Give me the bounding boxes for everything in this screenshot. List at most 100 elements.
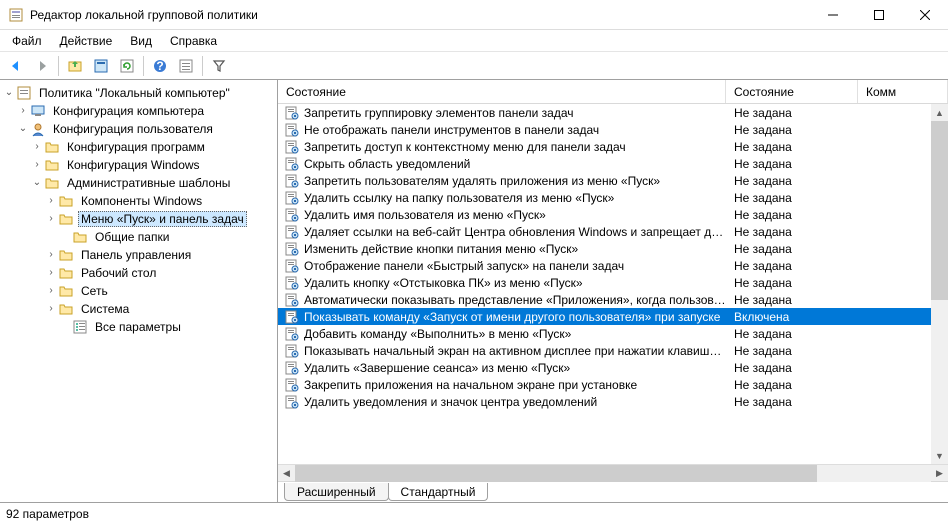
tree-pane[interactable]: ⌄ Политика "Локальный компьютер" › Конфи… <box>0 80 278 502</box>
user-icon <box>30 121 46 137</box>
help-button[interactable]: ? <box>148 54 172 78</box>
tree-win-components[interactable]: › Компоненты Windows <box>2 192 275 210</box>
tree-all-params[interactable]: · Все параметры <box>2 318 275 336</box>
list-cell-state: Не задана <box>726 395 858 409</box>
menu-help[interactable]: Справка <box>162 32 225 50</box>
filter-button[interactable] <box>207 54 231 78</box>
folder-icon <box>58 265 74 281</box>
tree-root[interactable]: ⌄ Политика "Локальный компьютер" <box>2 84 275 102</box>
properties-button[interactable] <box>89 54 113 78</box>
list-cell-state: Не задана <box>726 191 858 205</box>
tree-label: Административные шаблоны <box>64 175 233 191</box>
expand-icon[interactable]: › <box>44 304 58 314</box>
list-cell-name: Автоматически показывать представление «… <box>304 293 726 307</box>
list-row[interactable]: Удалить уведомления и значок центра увед… <box>278 393 948 410</box>
tab-extended[interactable]: Расширенный <box>284 483 389 501</box>
policy-item-icon <box>284 207 300 223</box>
folder-icon <box>44 139 60 155</box>
menu-file[interactable]: Файл <box>4 32 50 50</box>
tab-standard[interactable]: Стандартный <box>388 483 489 501</box>
list-row[interactable]: Скрыть область уведомленийНе задана <box>278 155 948 172</box>
column-header-state-l[interactable]: Состояние <box>278 80 726 103</box>
column-header-state-r[interactable]: Состояние <box>726 80 858 103</box>
collapse-icon[interactable]: ⌄ <box>30 178 44 188</box>
list-row[interactable]: Закрепить приложения на начальном экране… <box>278 376 948 393</box>
tree-prog-cfg[interactable]: › Конфигурация программ <box>2 138 275 156</box>
vertical-scrollbar[interactable]: ▲ ▼ <box>931 104 948 464</box>
expand-icon[interactable]: › <box>44 286 58 296</box>
expand-icon[interactable]: › <box>44 214 58 224</box>
scroll-down-icon[interactable]: ▼ <box>931 447 948 464</box>
refresh-button[interactable] <box>115 54 139 78</box>
list-body[interactable]: Запретить группировку элементов панели з… <box>278 104 948 464</box>
list-cell-name: Запретить пользователям удалять приложен… <box>304 174 726 188</box>
list-row[interactable]: Отображение панели «Быстрый запуск» на п… <box>278 257 948 274</box>
policy-item-icon <box>284 258 300 274</box>
collapse-icon[interactable]: ⌄ <box>2 88 16 98</box>
scroll-thumb[interactable] <box>295 465 817 482</box>
list-row[interactable]: Удалить кнопку «Отстыковка ПК» из меню «… <box>278 274 948 291</box>
list-row[interactable]: Показывать команду «Запуск от имени друг… <box>278 308 948 325</box>
options-button[interactable] <box>174 54 198 78</box>
list-row[interactable]: Показывать начальный экран на активном д… <box>278 342 948 359</box>
scroll-left-icon[interactable]: ◀ <box>278 465 295 482</box>
tree-win-cfg[interactable]: › Конфигурация Windows <box>2 156 275 174</box>
list-row[interactable]: Запретить группировку элементов панели з… <box>278 104 948 121</box>
expand-icon[interactable]: › <box>44 250 58 260</box>
expand-icon[interactable]: › <box>30 142 44 152</box>
policy-item-icon <box>284 292 300 308</box>
scroll-up-icon[interactable]: ▲ <box>931 104 948 121</box>
list-cell-name: Удалить имя пользователя из меню «Пуск» <box>304 208 726 222</box>
expand-icon[interactable]: › <box>44 196 58 206</box>
minimize-button[interactable] <box>810 0 856 30</box>
list-row[interactable]: Удалить ссылку на папку пользователя из … <box>278 189 948 206</box>
up-button[interactable] <box>63 54 87 78</box>
tree-control-panel[interactable]: › Панель управления <box>2 246 275 264</box>
list-row[interactable]: Автоматически показывать представление «… <box>278 291 948 308</box>
settings-list-icon <box>72 319 88 335</box>
expand-icon[interactable]: › <box>44 268 58 278</box>
list-row[interactable]: Запретить доступ к контекстному меню для… <box>278 138 948 155</box>
tree-system[interactable]: › Система <box>2 300 275 318</box>
scroll-thumb[interactable] <box>931 121 948 300</box>
status-text: 92 параметров <box>6 507 89 521</box>
expand-icon[interactable]: › <box>30 160 44 170</box>
tree-start-taskbar[interactable]: › Меню «Пуск» и панель задач <box>2 210 275 228</box>
list-row[interactable]: Удалить имя пользователя из меню «Пуск»Н… <box>278 206 948 223</box>
list-row[interactable]: Удалить «Завершение сеанса» из меню «Пус… <box>278 359 948 376</box>
close-button[interactable] <box>902 0 948 30</box>
tree-network[interactable]: › Сеть <box>2 282 275 300</box>
policy-item-icon <box>284 224 300 240</box>
list-cell-name: Удалить «Завершение сеанса» из меню «Пус… <box>304 361 726 375</box>
list-row[interactable]: Запретить пользователям удалять приложен… <box>278 172 948 189</box>
collapse-icon[interactable]: ⌄ <box>16 124 30 134</box>
tree-label: Рабочий стол <box>78 265 159 281</box>
list-row[interactable]: Не отображать панели инструментов в пане… <box>278 121 948 138</box>
scroll-right-icon[interactable]: ▶ <box>931 465 948 482</box>
tree-shared-folders[interactable]: · Общие папки <box>2 228 275 246</box>
folder-icon <box>58 247 74 263</box>
column-header-comment[interactable]: Комм <box>858 80 948 103</box>
tree-computer-cfg[interactable]: › Конфигурация компьютера <box>2 102 275 120</box>
policy-item-icon <box>284 343 300 359</box>
menu-action[interactable]: Действие <box>52 32 121 50</box>
tree-admin-tmpl[interactable]: ⌄ Административные шаблоны <box>2 174 275 192</box>
horizontal-scrollbar[interactable]: ◀ ▶ <box>278 464 948 481</box>
list-cell-name: Показывать начальный экран на активном д… <box>304 344 726 358</box>
tree-user-cfg[interactable]: ⌄ Конфигурация пользователя <box>2 120 275 138</box>
list-cell-name: Запретить группировку элементов панели з… <box>304 106 726 120</box>
policy-item-icon <box>284 394 300 410</box>
forward-button[interactable] <box>30 54 54 78</box>
list-row[interactable]: Изменить действие кнопки питания меню «П… <box>278 240 948 257</box>
policy-item-icon <box>284 122 300 138</box>
list-cell-name: Отображение панели «Быстрый запуск» на п… <box>304 259 726 273</box>
maximize-button[interactable] <box>856 0 902 30</box>
tree-label: Меню «Пуск» и панель задач <box>78 211 247 227</box>
tree-desktop[interactable]: › Рабочий стол <box>2 264 275 282</box>
back-button[interactable] <box>4 54 28 78</box>
list-row[interactable]: Удаляет ссылки на веб-сайт Центра обновл… <box>278 223 948 240</box>
expand-icon[interactable]: › <box>16 106 30 116</box>
list-row[interactable]: Добавить команду «Выполнить» в меню «Пус… <box>278 325 948 342</box>
folder-icon <box>58 283 74 299</box>
menu-view[interactable]: Вид <box>122 32 160 50</box>
